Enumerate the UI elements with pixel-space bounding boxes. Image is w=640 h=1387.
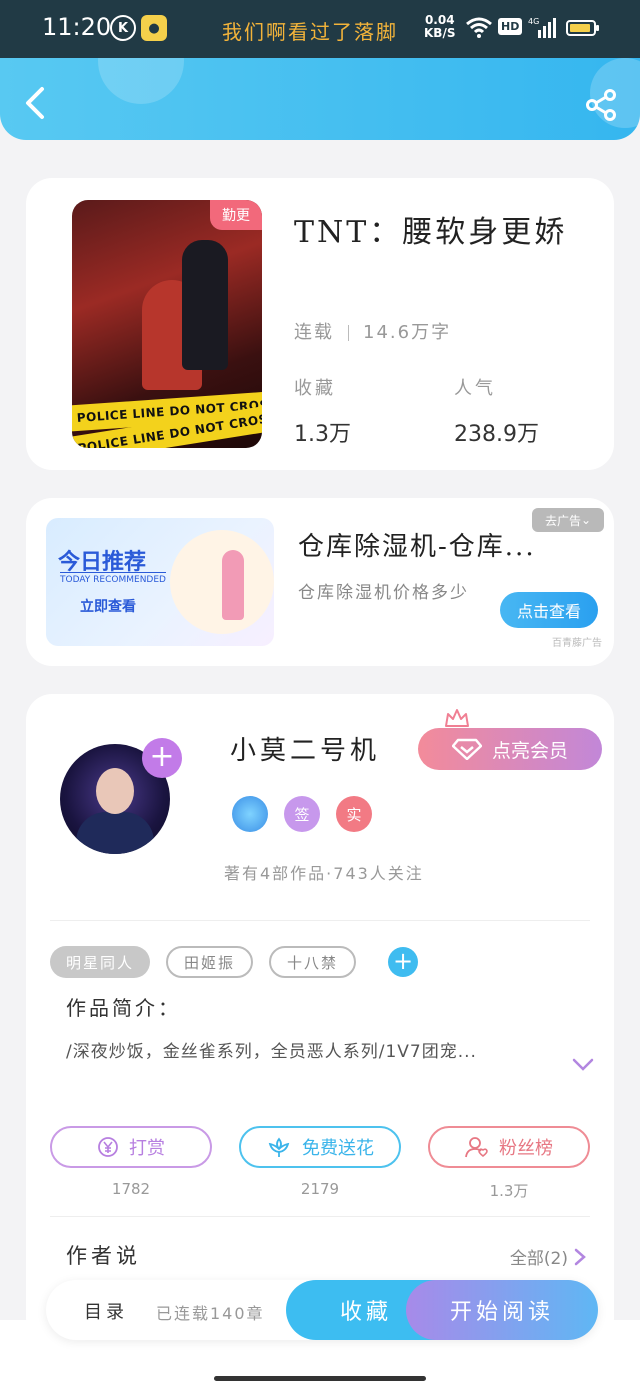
phone-verified-icon [232, 796, 268, 832]
reward-label: 打赏 [129, 1138, 165, 1159]
ad-title: 仓库除湿机-仓库... [298, 532, 536, 562]
author-badges: 签 实 [232, 796, 372, 832]
chapter-status: 已连载140章 [156, 1304, 265, 1323]
home-indicator[interactable] [214, 1376, 426, 1381]
wifi-icon [466, 17, 492, 38]
bottom-action-bar: 目录 已连载140章 收藏 开始阅读 [46, 1280, 598, 1340]
book-info-card: POLICE LINE DO NOT CROSS POLICE LINE DO … [26, 178, 614, 470]
k-app-icon: K [110, 15, 136, 41]
avatar-figure [96, 768, 134, 814]
share-button[interactable] [584, 88, 618, 122]
ad-card[interactable]: 今日推荐 TODAY RECOMMENDED 立即查看 仓库除湿机-仓库... … [26, 498, 614, 666]
hd-icon: HD [498, 18, 523, 35]
tag-item[interactable]: 田姬振 [166, 946, 254, 978]
reward-button[interactable]: 打赏 [50, 1126, 212, 1168]
real-name-badge: 实 [336, 796, 372, 832]
chevron-down-icon: ⌄ [580, 513, 592, 527]
header-decoration [98, 58, 184, 104]
send-flower-label: 免费送花 [302, 1138, 374, 1159]
vip-button[interactable]: 点亮会员 [418, 728, 602, 770]
ad-view-button[interactable]: 点击查看 [500, 592, 598, 628]
popularity-label: 人气 [454, 378, 496, 399]
network-speed-unit: KB/S [424, 26, 456, 40]
network-label: 4G [528, 17, 539, 26]
top-header [0, 58, 640, 140]
update-badge: 勤更 [210, 200, 262, 230]
action-row: 打赏 1782 免费送花 2179 粉丝榜 1.3万 [50, 1126, 590, 1201]
start-reading-button[interactable]: 开始阅读 [406, 1280, 598, 1340]
book-status: 连载 [294, 322, 334, 343]
reward-count: 1782 [111, 1180, 151, 1198]
reward-action: 打赏 1782 [50, 1126, 212, 1201]
yen-icon [98, 1137, 118, 1157]
book-cover[interactable]: POLICE LINE DO NOT CROSS POLICE LINE DO … [72, 200, 262, 448]
network-speed-value: 0.04 [424, 13, 455, 27]
author-stats: 著有4部作品·743人关注 [224, 864, 424, 883]
table-of-contents-button[interactable]: 目录 [84, 1298, 128, 1324]
send-flower-button[interactable]: 免费送花 [239, 1126, 401, 1168]
network-speed: 0.04 KB/S [424, 14, 455, 40]
ad-image-cta: 立即查看 [80, 599, 136, 615]
popularity-value: 238.9万 [454, 422, 539, 447]
fans-ranking-button[interactable]: 粉丝榜 [428, 1126, 590, 1168]
divider [50, 1216, 590, 1217]
cover-art [182, 240, 228, 370]
tag-item[interactable]: 十八禁 [269, 946, 357, 978]
intro-title: 作品简介： [66, 996, 181, 1020]
author-says-all-label: 全部(2) [509, 1249, 568, 1269]
fans-ranking-label: 粉丝榜 [499, 1138, 553, 1159]
status-bar: 11:20 K ● 我们啊看过了落脚 0.04 KB/S HD 4G [0, 0, 640, 58]
fans-count: 1.3万 [489, 1182, 529, 1200]
flower-icon [268, 1137, 290, 1157]
ad-image-subtitle: TODAY RECOMMENDED [60, 572, 166, 585]
ad-image[interactable]: 今日推荐 TODAY RECOMMENDED 立即查看 [46, 518, 274, 646]
fans-action: 粉丝榜 1.3万 [428, 1126, 590, 1201]
battery-icon [566, 20, 599, 36]
flower-count: 2179 [300, 1180, 340, 1198]
popularity-stat: 人气 238.9万 [454, 374, 539, 448]
notification-app-icon: ● [141, 15, 167, 41]
intro-text: /深夜炒饭，金丝雀系列，全员恶人系列/1V7团宠... [66, 1042, 477, 1062]
favorites-value: 1.3万 [294, 422, 351, 447]
book-word-count: 14.6万字 [363, 322, 452, 343]
tag-item[interactable]: 明星同人 [50, 946, 151, 978]
author-says-all-link[interactable]: 全部(2) [510, 1244, 586, 1269]
author-card: + 小莫二号机 点亮会员 签 实 著有4部作品·743人关注 明星同人 田姬振 … [26, 694, 614, 1344]
ad-source: 百青藤广告 [552, 638, 602, 649]
signal-icon: 4G [528, 17, 556, 38]
status-scroll-text: 我们啊看过了落脚 [222, 20, 398, 44]
expand-intro-button[interactable] [572, 1058, 594, 1072]
book-meta: 连载 14.6万字 [294, 318, 451, 344]
add-tag-button[interactable]: + [388, 947, 419, 977]
author-name: 小莫二号机 [230, 736, 381, 766]
avatar-figure [76, 812, 154, 854]
follow-author-button[interactable]: + [142, 738, 182, 778]
signed-author-badge: 签 [284, 796, 320, 832]
favorites-stat: 收藏 1.3万 [294, 374, 351, 448]
back-button[interactable] [20, 86, 50, 120]
flower-action: 免费送花 2179 [239, 1126, 401, 1201]
ad-description: 仓库除湿机价格多少 [298, 583, 469, 603]
crown-icon [445, 709, 469, 727]
diamond-icon [451, 738, 482, 760]
status-time: 11:20 [42, 13, 112, 41]
vip-button-label: 点亮会员 [491, 739, 568, 762]
fans-icon [465, 1137, 488, 1158]
ad-image-figure [222, 550, 244, 620]
tag-list: 明星同人 田姬振 十八禁 + [50, 946, 419, 978]
remove-ad-button[interactable]: 去广告 ⌄ [532, 508, 604, 532]
divider [50, 920, 590, 921]
book-title: TNT：腰软身更娇 [294, 215, 568, 250]
remove-ad-label: 去广告 [544, 513, 581, 528]
chevron-right-icon [574, 1248, 586, 1265]
favorites-label: 收藏 [294, 378, 336, 399]
author-says-title: 作者说 [66, 1244, 141, 1268]
